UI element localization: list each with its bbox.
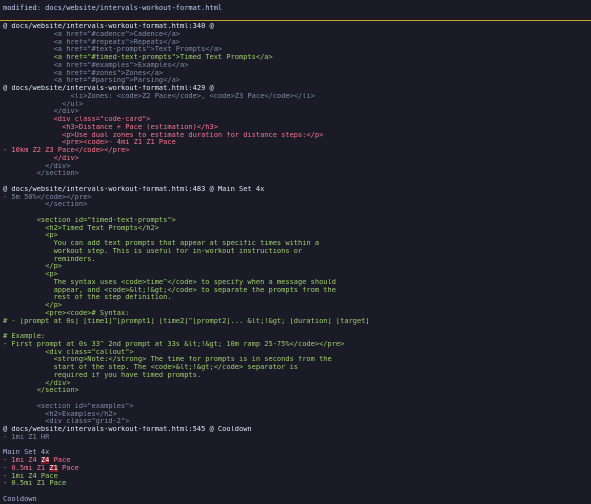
hunk-header: @ docs/website/intervals-workout-format.… bbox=[3, 85, 214, 92]
diff-line-added: </div> bbox=[3, 379, 71, 387]
diff-line-context: <h2>Examples</h2> bbox=[3, 410, 117, 418]
diff-line-added: <p> bbox=[3, 271, 58, 278]
diff-line-context: <li>Zones: <code>Z2 Pace</code>, <code>Z… bbox=[3, 92, 315, 100]
diff-line-added: You can add text prompts that appear at … bbox=[3, 240, 320, 247]
hunk-header: @ docs/website/intervals-workout-format.… bbox=[3, 23, 214, 30]
removed-token-highlight: Z1 bbox=[49, 464, 58, 472]
diff-line-context: <div class="grid-2"> bbox=[3, 418, 130, 426]
diff-line-removed: </div> bbox=[3, 154, 79, 162]
modified-file-header: modified: docs/website/intervals-workout… bbox=[3, 4, 223, 12]
diff-line-added: <div class="callout"> bbox=[3, 348, 134, 356]
diff-line-added: appear, and <code>&lt;!&gt;</code> to se… bbox=[3, 286, 336, 294]
diff-line-added: <section id="timed-text-prompts"> bbox=[3, 216, 176, 224]
diff-line-added: <pre><code># Syntax: bbox=[3, 309, 130, 317]
diff-line-removed: - 10km Z2 Z3 Pace</code></pre> bbox=[3, 147, 130, 154]
diff-line-removed: <pre><code>- 4mi Z1 Z1 Pace bbox=[3, 139, 176, 147]
diff-line-added: <p> bbox=[3, 232, 58, 240]
diff-line-blank bbox=[0, 395, 591, 403]
diff-line-context: <a href="#parsing">Parsing</a> bbox=[3, 77, 181, 85]
diff-line-added: </p> bbox=[3, 302, 63, 309]
diff-line-context: </div> bbox=[3, 108, 79, 116]
hunk-header: @ docs/website/intervals-workout-format.… bbox=[3, 185, 265, 193]
diff-line-blank bbox=[0, 325, 591, 333]
diff-line-context: </ul> bbox=[3, 100, 84, 108]
diff-line-text: - 1mi Z4 bbox=[3, 457, 41, 464]
diff-line-added: # - [prompt at 0s] [time1]^[prompt1] [ti… bbox=[3, 317, 370, 325]
diff-line-added: </section> bbox=[3, 387, 79, 395]
hunk-header: @ docs/website/intervals-workout-format.… bbox=[3, 426, 252, 433]
diff-line-text-tail: Pace bbox=[49, 457, 71, 464]
diff-content[interactable]: @ docs/website/intervals-workout-format.… bbox=[0, 23, 591, 504]
diff-line-added: </p> bbox=[3, 263, 63, 271]
diff-line-context: - 1mi Z1 HR bbox=[3, 433, 50, 441]
diff-line-added: # Example: bbox=[3, 333, 46, 340]
diff-viewer-window: modified: docs/website/intervals-workout… bbox=[0, 0, 591, 503]
diff-line-context: <a href="#repeats">Repeats</a> bbox=[3, 38, 181, 46]
diff-line-context: <a href="#text-prompts">Text Prompts</a> bbox=[3, 46, 223, 54]
diff-line-text: - 0.5mi Z1 bbox=[3, 464, 50, 472]
diff-line-added: <a href="#timed-text-prompts">Timed Text… bbox=[3, 54, 273, 61]
diff-line-removed: <p>Use dual zones to estimate duration f… bbox=[3, 131, 324, 139]
diff-line-context: </div> bbox=[3, 162, 71, 170]
diff-line-added: - First prompt at 0s 33^ 2nd prompt at 3… bbox=[3, 340, 345, 348]
diff-line-added: rest of the step definition. bbox=[3, 294, 172, 302]
diff-line-removed: <h3>Distance + Pace (estimation)</h3> bbox=[3, 123, 218, 131]
diff-line-added: required if you have timed prompts. bbox=[3, 371, 202, 379]
diff-line-context: <a href="#zones">Zones</a> bbox=[3, 69, 164, 77]
diff-line-removed: <div class="code-card"> bbox=[3, 116, 151, 123]
header-divider bbox=[0, 20, 591, 21]
diff-line-removed: - 1mi Z4 Z4 Pace bbox=[0, 457, 591, 465]
diff-line-added: reminders. bbox=[3, 255, 96, 263]
diff-line-added: - 1mi Z4 Pace bbox=[3, 472, 58, 480]
diff-line-context: Main Set 4x bbox=[3, 449, 50, 457]
diff-line-added: The syntax uses <code>time^</code> to sp… bbox=[3, 278, 336, 286]
diff-line-added: <strong>Note:</strong> The time for prom… bbox=[3, 356, 332, 364]
diff-line-blank bbox=[0, 178, 591, 186]
diff-line-context: <section id="examples"> bbox=[3, 402, 134, 410]
diff-line-context: </section> bbox=[3, 201, 88, 209]
diff-line-removed: - 0.5mi Z1 Z1 Pace bbox=[0, 464, 591, 473]
diff-line-added: <h2>Timed Text Prompts</h2> bbox=[3, 224, 159, 232]
diff-line-added: start of the step. The <code>&lt;!&gt;</… bbox=[3, 364, 299, 371]
diff-line-context: <a href="#examples">Examples</a> bbox=[3, 61, 189, 69]
diff-line-blank bbox=[0, 209, 591, 217]
diff-line-blank bbox=[0, 488, 591, 496]
diff-line-text-tail: Pace bbox=[57, 464, 79, 472]
diff-line-context: <a href="#cadence">Cadence</a> bbox=[3, 30, 181, 38]
diff-line-context: - 5m 50%</code></pre> bbox=[3, 193, 92, 201]
diff-line-blank bbox=[0, 442, 591, 450]
diff-line-added: workout step. This is useful for in-work… bbox=[3, 247, 303, 255]
diff-line-context: </section> bbox=[3, 170, 79, 178]
diff-line-added: - 0.5mi Z1 Pace bbox=[3, 480, 67, 488]
